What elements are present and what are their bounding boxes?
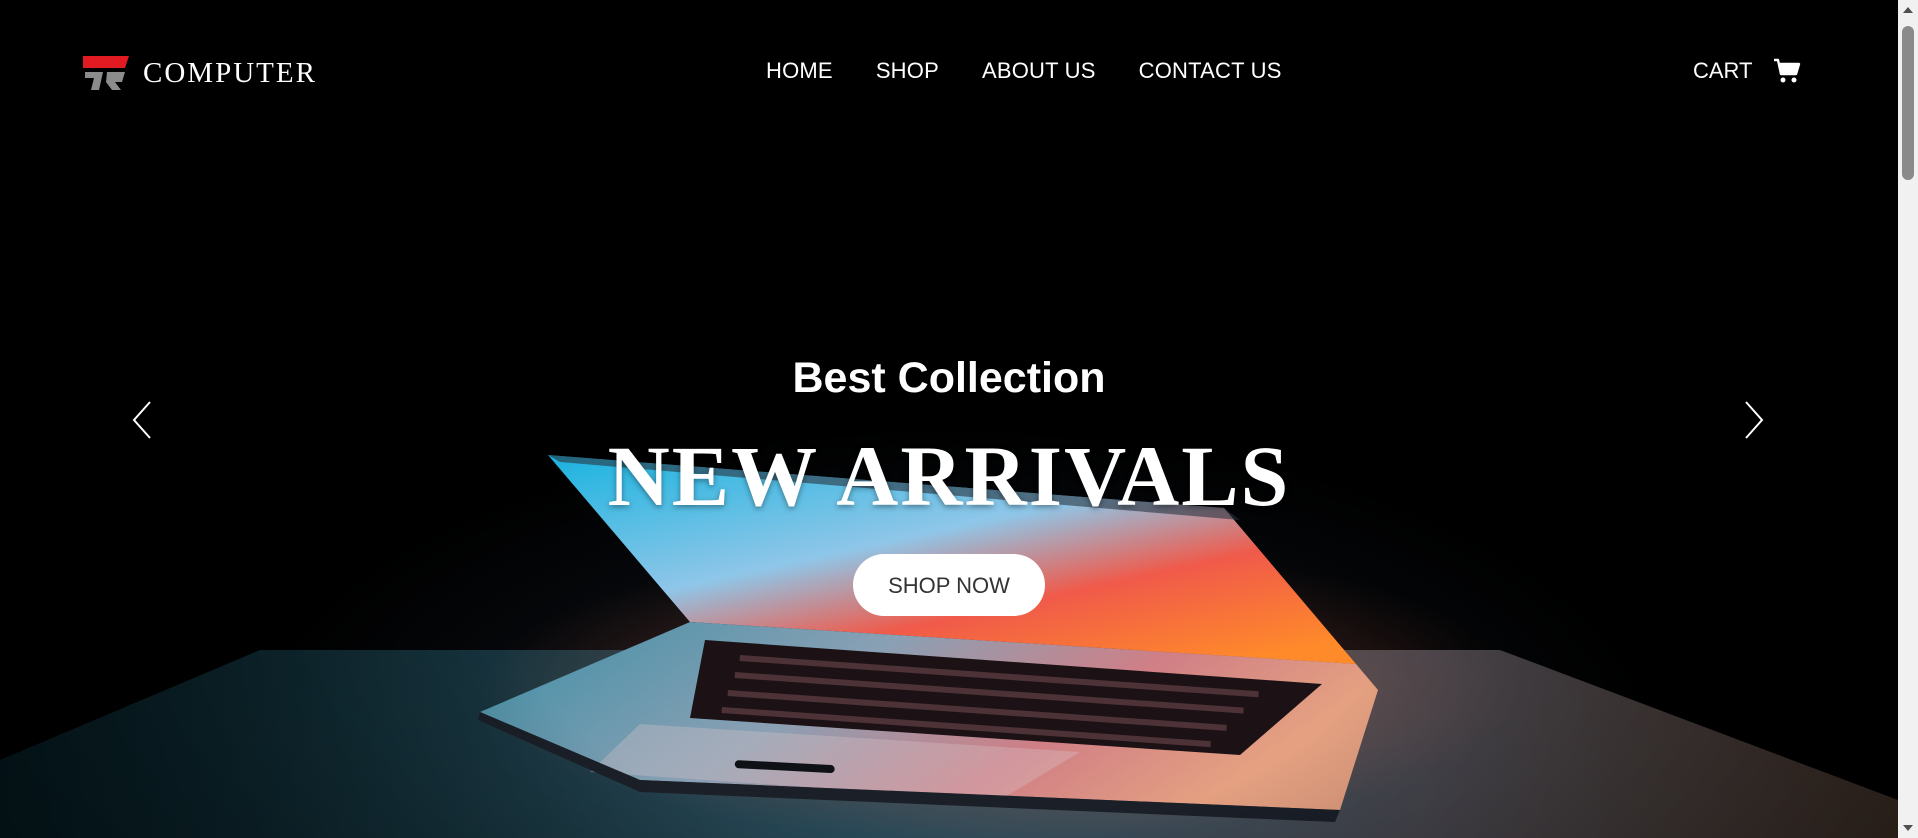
page-scrollbar[interactable] [1898, 0, 1918, 838]
site-header: COMPUTER HOME SHOP ABOUT US CONTACT US C… [0, 0, 1898, 150]
hero-subtitle: Best Collection [792, 354, 1106, 402]
cart-link[interactable]: CART [1693, 58, 1801, 84]
cart-label: CART [1693, 58, 1753, 83]
page: COMPUTER HOME SHOP ABOUT US CONTACT US C… [0, 0, 1898, 838]
brand-logo[interactable]: COMPUTER [81, 54, 317, 92]
scroll-down-arrow-icon[interactable] [1898, 818, 1918, 838]
nav-about-us[interactable]: ABOUT US [982, 58, 1096, 84]
nav-home[interactable]: HOME [766, 58, 833, 84]
hero-title: NEW ARRIVALS [607, 428, 1291, 524]
nav-shop[interactable]: SHOP [876, 58, 939, 84]
brand-mark-icon [83, 56, 129, 90]
shop-now-button[interactable]: SHOP NOW [853, 554, 1045, 616]
scrollbar-thumb[interactable] [1902, 26, 1914, 180]
brand-name: COMPUTER [143, 56, 317, 89]
hero-content: Best Collection NEW ARRIVALS SHOP NOW [0, 352, 1898, 616]
shopping-cart-icon [1773, 58, 1800, 83]
scroll-up-arrow-icon[interactable] [1898, 0, 1918, 20]
main-nav: HOME SHOP ABOUT US CONTACT US [766, 58, 1282, 84]
nav-contact-us[interactable]: CONTACT US [1139, 58, 1282, 84]
